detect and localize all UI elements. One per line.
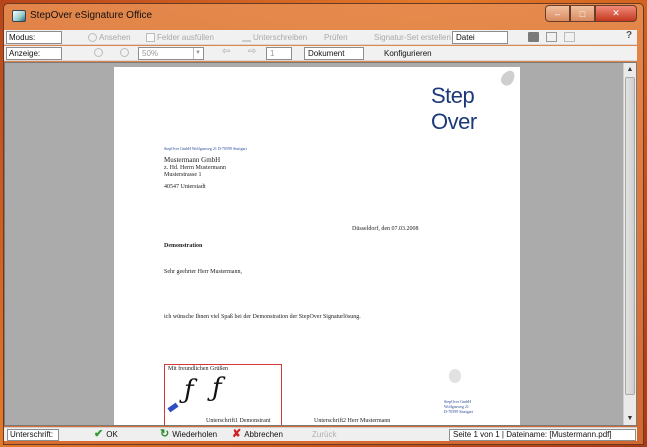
signature-image-1b: ƒ — [212, 373, 222, 403]
grid-icon[interactable] — [564, 32, 575, 42]
mode-label: Modus: — [6, 31, 62, 44]
small-logo-icon — [449, 369, 461, 383]
signature-2-caption: Unterschrift2 Herr Mustermann — [314, 418, 391, 424]
app-icon — [12, 10, 26, 22]
document-page: Step Over StepOver GmbH Wolfgasweg 21 D-… — [114, 67, 520, 425]
repeat-button[interactable]: ↻ Wiederholen — [160, 429, 217, 440]
view-label: Ansehen — [99, 33, 131, 42]
vertical-scrollbar[interactable]: ▲ ▼ — [623, 63, 636, 425]
footer-sender: StepOver GmbH Wolfgasweg 21 D-70599 Stut… — [444, 399, 473, 414]
window-controls: – □ ✕ — [545, 5, 637, 22]
footer-sender-line-3: D-70599 Stuttgart — [444, 409, 473, 414]
maximize-button[interactable]: □ — [570, 5, 595, 22]
signature-field-1[interactable] — [164, 364, 282, 425]
zoom-in-button[interactable] — [120, 48, 129, 57]
document-info: Seite 1 von 1 | Dateiname: [Mustermann.p… — [449, 429, 636, 441]
configure-button[interactable]: Konfigurieren — [384, 48, 432, 59]
fill-fields-button[interactable]: Felder ausfüllen — [146, 32, 214, 43]
zoom-value: 50% — [142, 49, 159, 58]
close-button[interactable]: ✕ — [595, 5, 637, 22]
zoom-out-button[interactable] — [94, 48, 103, 57]
chevron-down-icon[interactable]: ▼ — [193, 48, 202, 59]
recipient-line-3: Musterstrasse 1 — [164, 172, 202, 178]
signature-set-label: Signatur-Set erstellen — [374, 33, 451, 42]
sign-label: Unterschreiben — [253, 33, 308, 42]
ok-label: OK — [106, 430, 118, 439]
back-label: Zurück — [312, 430, 337, 439]
fill-fields-label: Felder ausfüllen — [157, 33, 214, 42]
view-icon — [88, 33, 97, 42]
pen-icon — [242, 33, 251, 42]
previous-page-button[interactable]: ⇦ — [222, 46, 230, 57]
refresh-icon: ↻ — [160, 428, 170, 440]
page-number-input[interactable]: 1 — [266, 47, 292, 60]
zoom-out-icon — [94, 48, 103, 57]
closing: Mit freundlichen Grüßen — [168, 366, 228, 372]
next-page-button[interactable]: ⇨ — [248, 46, 256, 57]
window-title: StepOver eSignature Office — [30, 10, 153, 21]
title-bar[interactable]: StepOver eSignature Office – □ ✕ — [4, 4, 643, 31]
ok-button[interactable]: ✔ OK — [94, 429, 118, 440]
scroll-up-icon[interactable]: ▲ — [625, 64, 635, 75]
stepover-logo: Step Over — [431, 83, 477, 134]
arrow-left-icon: ⇦ — [222, 46, 231, 57]
close-icon: ✕ — [612, 8, 620, 18]
subject: Demonstration — [164, 243, 203, 249]
page-settings-icon[interactable] — [546, 32, 557, 42]
view-button[interactable]: Ansehen — [88, 32, 131, 43]
salutation: Sehr geehrter Herr Mustermann, — [164, 269, 242, 275]
zoom-in-icon — [120, 48, 129, 57]
sender-line: StepOver GmbH Wolfgasweg 21 D-70599 Stut… — [164, 146, 247, 151]
zoom-select[interactable]: 50% ▼ — [138, 47, 204, 60]
maximize-icon: □ — [579, 8, 586, 19]
recipient-line-1: Mustermann GmbH — [164, 156, 221, 164]
sign-button[interactable]: Unterschreiben — [242, 32, 307, 43]
arrow-right-icon: ⇨ — [248, 46, 257, 57]
form-icon — [146, 33, 155, 42]
mode-toolbar: Modus: Ansehen Felder ausfüllen Untersch… — [4, 30, 637, 45]
cancel-button[interactable]: ✘ Abbrechen — [232, 429, 283, 440]
display-toolbar: Anzeige: 50% ▼ ⇦ ⇨ 1 Dokument Konfigurie… — [4, 46, 637, 61]
checkmark-icon: ✔ — [94, 428, 104, 440]
signature-action-bar: Unterschrift: ✔ OK ↻ Wiederholen ✘ Abbre… — [4, 427, 637, 441]
check-label: Prüfen — [324, 33, 348, 42]
recipient-city: 40547 Unterstadt — [164, 184, 206, 190]
signature-image-1a: ƒ — [184, 375, 194, 405]
document-viewer[interactable]: Step Over StepOver GmbH Wolfgasweg 21 D-… — [4, 62, 637, 426]
minimize-icon: – — [554, 8, 560, 19]
signature-label: Unterschrift: — [7, 429, 59, 441]
scroll-down-icon[interactable]: ▼ — [625, 413, 635, 424]
help-button[interactable]: ? — [626, 30, 632, 41]
back-button[interactable]: Zurück — [312, 429, 336, 440]
scroll-thumb[interactable] — [625, 77, 635, 395]
cancel-icon: ✘ — [232, 428, 242, 440]
body-text: ich wünsche Ihnen viel Spaß bei der Demo… — [164, 314, 361, 320]
repeat-label: Wiederholen — [172, 430, 218, 439]
minimize-button[interactable]: – — [545, 5, 570, 22]
file-field[interactable]: Datei — [452, 31, 508, 44]
create-signature-set-button[interactable]: Signatur-Set erstellen — [374, 32, 451, 43]
date-line: Düsseldorf, den 07.03.2008 — [352, 226, 419, 232]
cancel-label: Abbrechen — [244, 430, 283, 439]
signature-1-caption: Unterschrift1 Demonstrant — [206, 418, 271, 424]
display-label: Anzeige: — [6, 47, 62, 60]
check-button[interactable]: Prüfen — [324, 32, 348, 43]
document-button[interactable]: Dokument — [304, 47, 364, 60]
folder-icon[interactable] — [528, 32, 539, 42]
